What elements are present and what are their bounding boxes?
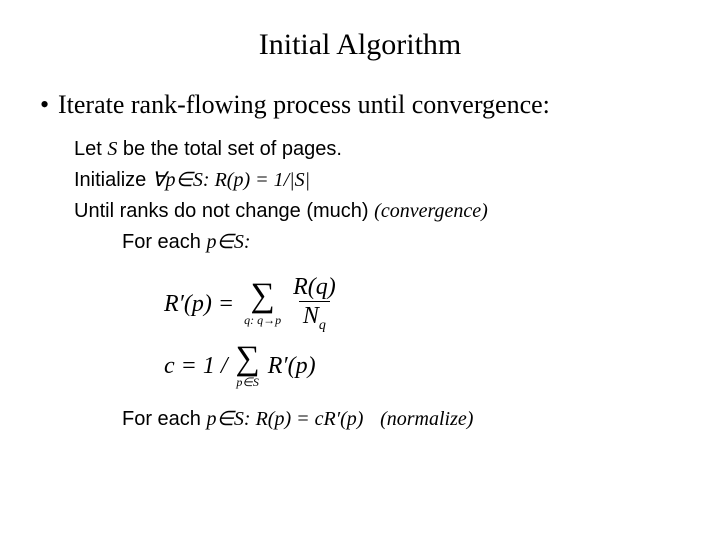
algorithm-body: Let S be the total set of pages. Initial… xyxy=(74,136,680,433)
sigma2-sub: p∈S xyxy=(236,376,258,388)
frac-den-base: N xyxy=(303,303,319,329)
let-var: S xyxy=(107,138,117,160)
until-text: Until ranks do not change (much) xyxy=(74,200,374,222)
let-suffix: be the total set of pages. xyxy=(117,138,342,160)
formula-rprime: R′(p) = ∑ q: q→p R(q) Nq xyxy=(164,274,680,334)
line-foreach-2: For each p∈S: R(p) = cR′(p) (normalize) xyxy=(122,406,680,433)
let-prefix: Let xyxy=(74,138,107,160)
init-quant: ∀p∈S: R(p) = 1/|S| xyxy=(152,169,310,191)
line-foreach-1: For each p∈S: xyxy=(122,229,680,256)
formula-c: c = 1 / ∑ p∈S R′(p) xyxy=(164,344,680,389)
frac-den: Nq xyxy=(299,301,330,333)
sigma-icon: ∑ xyxy=(250,281,274,312)
foreach1-cond: p∈S: xyxy=(206,231,250,253)
convergence-note: (convergence) xyxy=(374,200,488,222)
init-prefix: Initialize xyxy=(74,169,152,191)
frac-den-sub: q xyxy=(319,318,326,333)
foreach2-cond: p∈S: R(p) = cR′(p) xyxy=(206,408,363,430)
frac-num: R(q) xyxy=(289,274,340,301)
foreach1-prefix: For each xyxy=(122,231,206,253)
sigma1-sub: q: q→p xyxy=(244,314,281,326)
sigma-1: ∑ q: q→p xyxy=(244,281,281,326)
f1-lhs: R′(p) = xyxy=(164,288,234,320)
normalize-note: (normalize) xyxy=(380,408,473,430)
bullet-line: •Iterate rank-flowing process until conv… xyxy=(40,90,680,120)
sigma-icon-2: ∑ xyxy=(236,344,260,375)
sigma-2: ∑ p∈S xyxy=(236,344,260,389)
f2-rhs: R′(p) xyxy=(268,350,316,382)
f2-lhs: c = 1 / xyxy=(164,350,228,382)
slide: Initial Algorithm •Iterate rank-flowing … xyxy=(0,0,720,540)
bullet-text: Iterate rank-flowing process until conve… xyxy=(58,90,550,119)
bullet-dot-icon: • xyxy=(40,90,58,120)
line-until: Until ranks do not change (much) (conver… xyxy=(74,198,680,225)
foreach2-prefix: For each xyxy=(122,408,206,430)
line-let: Let S be the total set of pages. xyxy=(74,136,680,163)
formula-block: R′(p) = ∑ q: q→p R(q) Nq c = 1 / ∑ p∈S xyxy=(164,274,680,388)
fraction-rq-nq: R(q) Nq xyxy=(289,274,340,334)
line-initialize: Initialize ∀p∈S: R(p) = 1/|S| xyxy=(74,167,680,194)
slide-title: Initial Algorithm xyxy=(40,28,680,62)
